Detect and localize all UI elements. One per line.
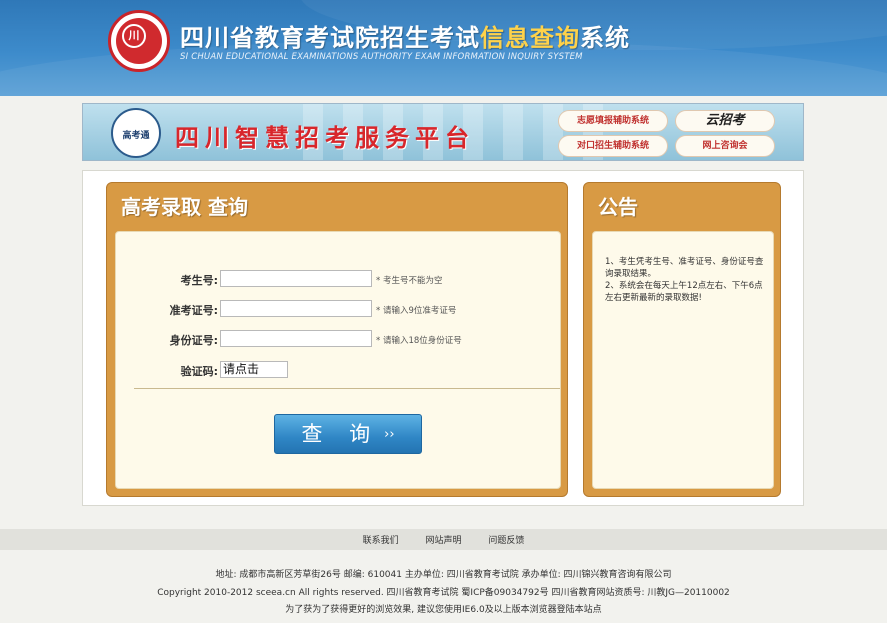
gaokaotong-logo-icon: 高考通 [111, 108, 161, 158]
cloud-exam-button[interactable]: 云招考 [675, 110, 775, 132]
notice-line: 1、考生凭考生号、准考证号、身份证号查询录取结果。 [605, 257, 764, 279]
online-consultation-button[interactable]: 网上咨询会 [675, 135, 775, 157]
banner-title: 四川智慧招考服务平台 [175, 124, 475, 152]
authority-logo-icon: 川 [108, 10, 170, 72]
notice-panel: 公告 1、考生凭考生号、准考证号、身份证号查询录取结果。 2、系统会在每天上午1… [583, 182, 781, 497]
site-header: 川 四川省教育考试院招生考试信息查询系统 SI CHUAN EDUCATIONA… [0, 0, 887, 96]
footer-links: 联系我们 网站声明 问题反馈 [0, 533, 887, 546]
site-subtitle: SI CHUAN EDUCATIONAL EXAMINATIONS AUTHOR… [180, 52, 583, 62]
contact-link[interactable]: 联系我们 [363, 536, 399, 546]
footer-copyright: Copyright 2010-2012 sceea.cn All rights … [157, 588, 730, 598]
query-submit-button[interactable]: 查 询 ›› [274, 414, 422, 454]
query-form: 考生号: * 考生号不能为空 准考证号: * 请输入9位准考证号 身份证号: *… [115, 231, 561, 489]
id-no-label: 身份证号: [169, 334, 218, 347]
exam-no-row: 考生号: * 考生号不能为空 [116, 270, 562, 290]
notice-line: 2、系统会在每天上午12点左右、下午6点左右更新最新的录取数据! [605, 281, 763, 303]
ticket-no-hint: * 请输入9位准考证号 [376, 306, 457, 316]
footer-address: 地址: 成都市高新区芳草街26号 邮编: 610041 主办单位: 四川省教育考… [215, 570, 672, 580]
captcha-label: 验证码: [180, 365, 218, 378]
notice-body: 1、考生凭考生号、准考证号、身份证号查询录取结果。 2、系统会在每天上午12点左… [592, 231, 774, 489]
exam-no-input[interactable] [220, 270, 372, 287]
notice-text: 1、考生凭考生号、准考证号、身份证号查询录取结果。 2、系统会在每天上午12点左… [605, 256, 765, 304]
id-no-row: 身份证号: * 请输入18位身份证号 [116, 330, 562, 350]
notice-panel-title: 公告 [598, 195, 638, 219]
ticket-no-row: 准考证号: * 请输入9位准考证号 [116, 300, 562, 320]
query-panel-title: 高考录取 查询 [121, 195, 248, 219]
site-title: 四川省教育考试院招生考试信息查询系统 [180, 24, 630, 52]
form-divider [134, 388, 560, 389]
feedback-link[interactable]: 问题反馈 [488, 536, 524, 546]
captcha-input[interactable]: 请点击 [220, 361, 288, 378]
id-no-input[interactable] [220, 330, 372, 347]
query-panel: 高考录取 查询 考生号: * 考生号不能为空 准考证号: * 请输入9位准考证号… [106, 182, 568, 497]
statement-link[interactable]: 网站声明 [425, 536, 461, 546]
ticket-no-label: 准考证号: [169, 304, 218, 317]
volunteer-system-button[interactable]: 志愿填报辅助系统 [558, 110, 668, 132]
service-platform-banner[interactable]: 高考通 四川智慧招考服务平台 志愿填报辅助系统 云招考 对口招生辅助系统 网上咨… [82, 103, 804, 161]
double-chevron-right-icon: ›› [384, 427, 395, 442]
id-no-hint: * 请输入18位身份证号 [376, 336, 462, 346]
exam-no-hint: * 考生号不能为空 [376, 276, 443, 286]
footer-browser-tip: 为了获为了获得更好的浏览效果, 建议您使用IE6.0及以上版本浏览器登陆本站点 [285, 605, 602, 615]
ticket-no-input[interactable] [220, 300, 372, 317]
counterpart-system-button[interactable]: 对口招生辅助系统 [558, 135, 668, 157]
captcha-row: 验证码: 请点击 [116, 361, 562, 381]
exam-no-label: 考生号: [180, 274, 218, 287]
